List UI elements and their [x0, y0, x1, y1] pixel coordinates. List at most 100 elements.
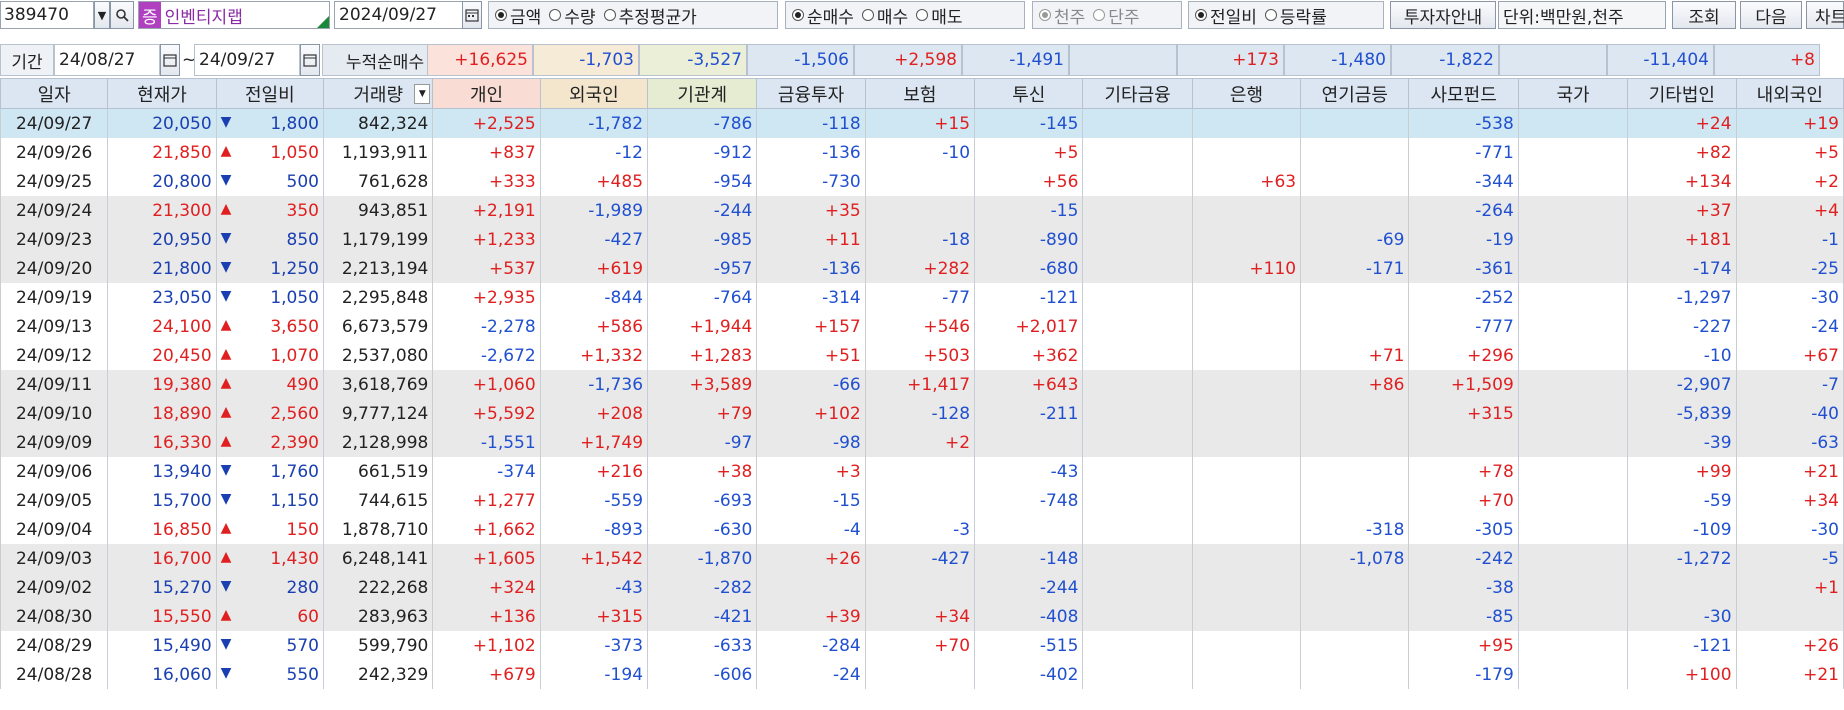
query-button[interactable]: 조회	[1672, 1, 1736, 29]
date-input[interactable]: 2024/09/27	[334, 1, 464, 29]
table-row[interactable]: 24/09/04 16,850 ▲ 150 1,878,710 +1,662 -893 -63…	[0, 515, 1844, 544]
investor-table: 일자 현재가 전일비 거래량 ▼ 개인 외국인 기관계 금융투자 보험 투신 기타금융 은행 연기금등 사모…	[0, 78, 1844, 689]
column-header[interactable]: 국가	[1517, 78, 1629, 109]
column-header[interactable]: 보험	[864, 78, 976, 109]
period-label: 기간	[0, 44, 54, 76]
table-row[interactable]: 24/09/23 20,950 ▼ 850 1,179,199 +1,233 -427 -98…	[0, 225, 1844, 254]
table-row[interactable]: 24/09/20 21,800 ▼ 1,250 2,213,194 +537 +619 -95…	[0, 254, 1844, 283]
cell-price: 18,890	[107, 399, 217, 428]
table-row[interactable]: 24/08/28 16,060 ▼ 550 242,329 +679 -194 -606 -24…	[0, 660, 1844, 689]
column-header[interactable]: 기관계	[647, 78, 758, 109]
cell-기타금융	[1082, 602, 1193, 631]
column-header[interactable]: 일자	[0, 78, 109, 109]
cell-기타금융	[1082, 108, 1193, 138]
next-button[interactable]: 다음	[1740, 1, 1802, 29]
table-row[interactable]: 24/09/06 13,940 ▼ 1,760 661,519 -374 +216 +38 +3…	[0, 457, 1844, 486]
cell-국가	[1517, 544, 1629, 573]
radio-radio-group-2-0[interactable]: 순매수	[792, 3, 854, 28]
radio-radio-group-3-0[interactable]: 천주	[1039, 3, 1085, 28]
radio-radio-group-4-1[interactable]: 등락률	[1264, 3, 1327, 28]
cell-change: ▲ 1,050	[215, 138, 325, 167]
radio-radio-group-1-1[interactable]: 수량	[549, 3, 596, 28]
table-row[interactable]: 24/09/25 20,800 ▼ 500 761,628 +333 +485 -954 -73…	[0, 167, 1844, 196]
cell-change: ▲ 2,390	[215, 428, 325, 457]
cell-투신: -680	[974, 254, 1084, 283]
column-header[interactable]: 연기금등	[1300, 78, 1410, 109]
table-row[interactable]: 24/09/05 15,700 ▼ 1,150 744,615 +1,277 -559 -69…	[0, 486, 1844, 515]
table-row[interactable]: 24/09/27 20,050 ▼ 1,800 842,324 +2,525 -1,782-…	[0, 108, 1844, 138]
stock-code-input[interactable]: 389470	[0, 1, 94, 29]
table-row[interactable]: 24/08/29 15,490 ▼ 570 599,790 +1,102 -373 -633-…	[0, 631, 1844, 660]
cell-은행	[1191, 341, 1302, 370]
column-header[interactable]: 투신	[974, 78, 1084, 109]
column-header[interactable]: 전일비	[215, 78, 325, 109]
cell-기타법인: -2,907	[1627, 370, 1737, 399]
cell-사모펀드: -344	[1408, 167, 1519, 196]
column-header[interactable]: 거래량 ▼	[322, 78, 434, 109]
table-row[interactable]: 24/09/12 20,450 ▲ 1,070 2,537,080 -2,672 +1,33…	[0, 341, 1844, 370]
column-header[interactable]: 기타금융	[1082, 78, 1193, 109]
table-row[interactable]: 24/09/11 19,380 ▲ 490 3,618,769 +1,060 -1,736 +…	[0, 370, 1844, 399]
cell-price: 21,300	[107, 196, 217, 225]
table-row[interactable]: 24/09/24 21,300 ▲ 350 943,851 +2,191 -1,989 -24…	[0, 196, 1844, 225]
radio-circle-icon	[1093, 9, 1106, 21]
code-dropdown-button[interactable]: ▼	[94, 1, 110, 29]
from-calendar-button[interactable]	[160, 44, 180, 76]
radio-radio-group-1-2[interactable]: 추정평균가	[603, 3, 697, 28]
cell-사모펀드: -777	[1408, 312, 1519, 341]
column-header[interactable]: 사모펀드	[1408, 78, 1519, 109]
sort-dropdown-icon[interactable]: ▼	[414, 84, 431, 104]
cell-국가	[1517, 399, 1629, 428]
chart-button[interactable]: 차트	[1806, 1, 1844, 29]
cell-price: 20,450	[107, 341, 217, 370]
table-row[interactable]: 24/08/30 15,550 ▲ 60 283,963 +136 +315 -421 +39 +…	[0, 602, 1844, 631]
cell-금융투자: -98	[756, 428, 866, 457]
radio-radio-group-2-1[interactable]: 매수	[861, 3, 908, 28]
column-header[interactable]: 은행	[1191, 78, 1302, 109]
column-header[interactable]: 내외국인	[1735, 78, 1844, 109]
column-header[interactable]: 개인	[432, 78, 541, 109]
table-row[interactable]: 24/09/19 23,050 ▼ 1,050 2,295,848 +2,935 -844-…	[0, 283, 1844, 312]
stock-code-value: 389470	[4, 5, 69, 25]
cell-기타금융	[1082, 370, 1193, 399]
arrow-up-icon: ▲	[220, 200, 232, 217]
search-button[interactable]	[110, 1, 134, 29]
cell-금융투자	[756, 573, 866, 602]
column-header[interactable]: 기타법인	[1627, 78, 1737, 109]
table-row[interactable]: 24/09/02 15,270 ▼ 280 222,268 +324 -43 -282 -244…	[0, 573, 1844, 602]
stock-name-field[interactable]: 증 인벤티지랩	[138, 1, 330, 29]
table-row[interactable]: 24/09/03 16,700 ▲ 1,430 6,248,141 +1,605 +1,54…	[0, 544, 1844, 573]
cell-change: ▲ 2,560	[215, 399, 325, 428]
cell-사모펀드: -242	[1408, 544, 1519, 573]
table-row[interactable]: 24/09/26 21,850 ▲ 1,050 1,193,911 +837 -12 -912…	[0, 138, 1844, 167]
column-header[interactable]: 외국인	[539, 78, 649, 109]
to-calendar-button[interactable]	[300, 44, 320, 76]
radio-radio-group-1-0[interactable]: 금액	[495, 3, 541, 28]
cell-외국인: +619	[539, 254, 649, 283]
cell-개인: +5,592	[432, 399, 541, 428]
cumulative-내외국인: +8	[1714, 44, 1820, 76]
cell-price: 15,490	[107, 631, 217, 660]
period-to-input[interactable]: 24/09/27	[194, 44, 300, 76]
radio-radio-group-2-2[interactable]: 매도	[916, 3, 962, 28]
column-header[interactable]: 금융투자	[756, 78, 866, 109]
cell-국가	[1517, 631, 1629, 660]
column-header[interactable]: 현재가	[107, 78, 217, 109]
period-from-input[interactable]: 24/08/27	[54, 44, 160, 76]
cell-price: 20,050	[107, 108, 217, 138]
radio-radio-group-4-0[interactable]: 전일비	[1195, 3, 1257, 28]
top-toolbar: 389470 ▼ 증 인벤티지랩 2024/09/27 금액 수량 추정평균가 순매…	[0, 0, 1844, 32]
cell-외국인: -194	[539, 660, 649, 689]
radio-radio-group-3-1[interactable]: 단주	[1093, 3, 1140, 28]
cell-내외국인: -40	[1735, 399, 1844, 428]
cell-기타법인: -5,839	[1627, 399, 1737, 428]
cell-금융투자: +26	[756, 544, 866, 573]
table-row[interactable]: 24/09/13 24,100 ▲ 3,650 6,673,579 -2,278 +586 +…	[0, 312, 1844, 341]
calendar-button[interactable]	[462, 1, 482, 29]
investor-guide-button[interactable]: 투자자안내	[1390, 1, 1496, 29]
cell-은행	[1191, 370, 1302, 399]
cell-은행: +63	[1191, 167, 1302, 196]
cell-연기금등: -1,078	[1300, 544, 1410, 573]
table-row[interactable]: 24/09/09 16,330 ▲ 2,390 2,128,998 -1,551 +1,74…	[0, 428, 1844, 457]
table-row[interactable]: 24/09/10 18,890 ▲ 2,560 9,777,124 +5,592 +208 +…	[0, 399, 1844, 428]
